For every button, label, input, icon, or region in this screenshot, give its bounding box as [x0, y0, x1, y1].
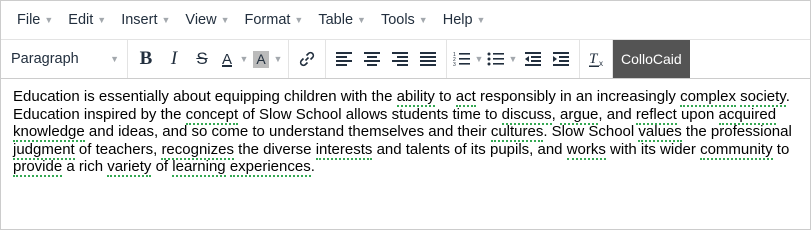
rich-text-editor: File ▼ Edit ▼ Insert ▼ View ▼ Format ▼ Table ▼…	[0, 0, 811, 230]
clear-formatting-button[interactable]: Tx	[584, 44, 612, 74]
text-run: the professional	[681, 123, 792, 141]
indent-icon	[553, 52, 569, 66]
menu-tools[interactable]: Tools ▼	[375, 6, 434, 34]
text-run: Education is essentially about equipping…	[13, 88, 397, 105]
bold-button[interactable]: B	[132, 44, 160, 74]
collocation-suggestion-word[interactable]: judgment	[13, 140, 75, 160]
bullet-list-dropdown[interactable]: ▼	[507, 44, 519, 74]
align-center-button[interactable]	[358, 44, 386, 74]
menu-help[interactable]: Help ▼	[437, 6, 492, 34]
font-color-button[interactable]: A	[216, 44, 238, 74]
text-run: to	[434, 88, 456, 105]
chevron-down-icon: ▼	[418, 15, 428, 25]
collocation-suggestion-word[interactable]: ability	[396, 88, 435, 107]
link-button[interactable]	[293, 44, 321, 74]
menu-view[interactable]: View ▼	[179, 6, 235, 34]
link-icon	[299, 51, 315, 67]
background-color-dropdown[interactable]: ▼	[272, 44, 284, 74]
svg-text:x: x	[599, 59, 603, 68]
toolbar: Paragraph ▼ B I S A ▼ A ▼ 1 2 3 ▼ ▼ T x …	[1, 40, 810, 79]
text-run: and talents of its pupils, and	[372, 140, 567, 158]
collocation-suggestion-word[interactable]: variety	[107, 158, 152, 178]
collocation-suggestion-word[interactable]: cultures	[490, 123, 544, 143]
svg-text:T: T	[589, 51, 599, 67]
collocaid-button[interactable]: ColloCaid	[613, 40, 690, 78]
text-run: with its wider	[605, 140, 701, 158]
outdent-button[interactable]	[519, 44, 547, 74]
bullet-list-icon	[487, 52, 504, 66]
bullet-list-button[interactable]	[485, 44, 507, 74]
text-run: of Slow School allows students time to	[238, 105, 502, 123]
text-run: and ideas, and so come to understand the…	[84, 123, 491, 141]
collocation-suggestion-word[interactable]: knowledge	[13, 123, 85, 143]
text-run: of teachers,	[74, 140, 162, 158]
italic-button[interactable]: I	[160, 44, 188, 74]
numbered-list-dropdown[interactable]: ▼	[473, 44, 485, 74]
align-right-icon	[392, 52, 408, 66]
svg-text:3: 3	[453, 62, 456, 67]
menu-file[interactable]: File ▼	[11, 6, 59, 34]
text-run: a rich	[62, 158, 108, 176]
collocation-suggestion-word[interactable]: acquired	[718, 105, 777, 125]
collocation-suggestion-word[interactable]: reflect	[635, 105, 677, 125]
collocation-suggestion-word[interactable]: works	[566, 140, 606, 160]
align-right-button[interactable]	[386, 44, 414, 74]
text-run: the diverse	[233, 140, 316, 158]
clear-formatting-icon: Tx	[589, 51, 603, 68]
text-run: of	[151, 158, 173, 176]
collocation-suggestion-word[interactable]: discuss	[501, 105, 552, 125]
block-format-select[interactable]: Paragraph ▼	[5, 51, 125, 67]
text-run: responsibly in an increasingly	[475, 88, 681, 105]
text-run: . Slow School	[543, 123, 639, 141]
collocation-suggestion-word[interactable]: society	[740, 88, 786, 107]
align-left-button[interactable]	[330, 44, 358, 74]
collocation-suggestion-word[interactable]: learning	[172, 158, 226, 178]
collocation-suggestion-word[interactable]: recognizes	[161, 140, 234, 160]
chevron-down-icon: ▼	[220, 15, 230, 25]
collocation-suggestion-word[interactable]: act	[455, 88, 476, 107]
collocation-suggestion-word[interactable]: argue	[560, 105, 599, 125]
chevron-down-icon: ▼	[161, 15, 171, 25]
background-color-button[interactable]: A	[250, 44, 272, 74]
menubar: File ▼ Edit ▼ Insert ▼ View ▼ Format ▼ Table ▼…	[1, 1, 810, 40]
collocation-suggestion-word[interactable]: interests	[315, 140, 373, 160]
text-run: upon	[676, 105, 719, 123]
collocation-suggestion-word[interactable]: complex	[680, 88, 736, 107]
font-color-dropdown[interactable]: ▼	[238, 44, 250, 74]
chevron-down-icon: ▼	[357, 15, 366, 25]
align-justify-icon	[420, 52, 436, 66]
editor-content[interactable]: Education is essentially about equipping…	[1, 79, 810, 185]
text-run: to	[772, 140, 790, 158]
align-justify-button[interactable]	[414, 44, 442, 74]
chevron-down-icon: ▼	[476, 15, 486, 25]
text-run: ,	[551, 105, 561, 123]
menu-insert[interactable]: Insert ▼	[115, 6, 176, 34]
menu-table[interactable]: Table ▼	[312, 6, 372, 34]
numbered-list-icon: 123	[453, 52, 470, 67]
text-run: , and	[598, 105, 636, 123]
strikethrough-button[interactable]: S	[188, 44, 216, 74]
menu-edit[interactable]: Edit ▼	[62, 6, 112, 34]
chevron-down-icon: ▼	[97, 15, 107, 25]
indent-button[interactable]	[547, 44, 575, 74]
menu-format[interactable]: Format ▼	[239, 6, 310, 34]
chevron-down-icon: ▼	[294, 15, 304, 25]
align-center-icon	[364, 52, 380, 66]
outdent-icon	[525, 52, 541, 66]
collocation-suggestion-word[interactable]: concept	[185, 105, 239, 125]
collocation-suggestion-word[interactable]: values	[638, 123, 682, 143]
align-left-icon	[336, 52, 352, 66]
collocation-suggestion-word[interactable]: community	[700, 140, 773, 160]
chevron-down-icon: ▼	[110, 54, 119, 64]
text-run: .	[310, 158, 315, 176]
numbered-list-button[interactable]: 123	[451, 44, 473, 74]
chevron-down-icon: ▼	[44, 15, 54, 25]
collocation-suggestion-word[interactable]: provide	[13, 158, 63, 178]
collocation-suggestion-word[interactable]: experiences	[229, 158, 311, 178]
